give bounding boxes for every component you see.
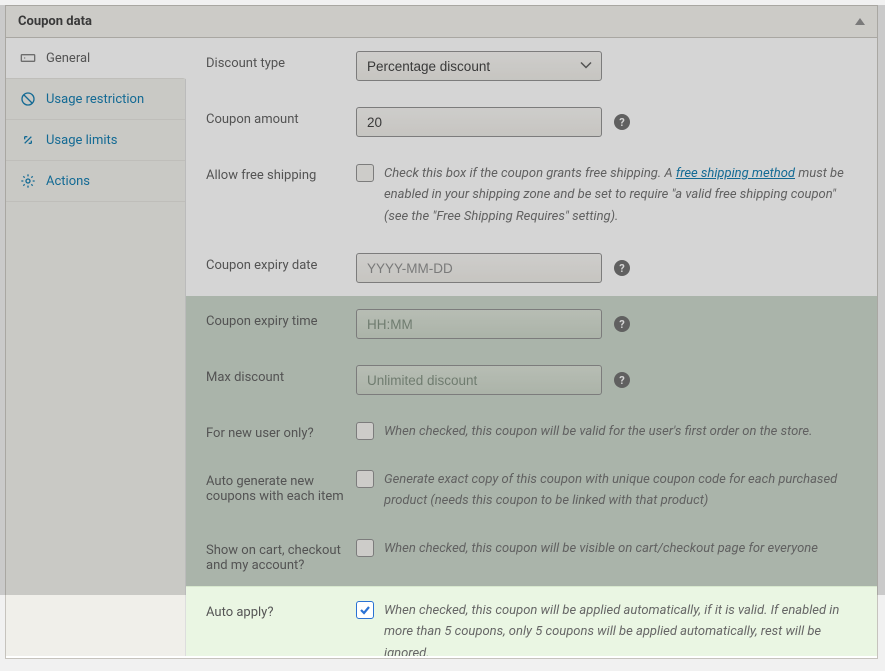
coupon-data-panel: Coupon data General Usage restriction xyxy=(5,5,878,659)
resize-icon xyxy=(20,132,36,148)
ticket-icon xyxy=(20,50,36,66)
row-auto-generate: Auto generate new coupons with each item… xyxy=(186,456,877,525)
help-icon[interactable]: ? xyxy=(614,372,630,388)
tab-label: General xyxy=(46,51,90,66)
row-max-discount: Max discount ? xyxy=(186,352,877,408)
free-shipping-desc: Check this box if the coupon grants free… xyxy=(384,163,857,227)
row-discount-type: Discount type Percentage discount xyxy=(186,38,877,94)
discount-type-select[interactable]: Percentage discount xyxy=(356,51,602,81)
label-auto-generate: Auto generate new coupons with each item xyxy=(206,469,356,504)
tab-label: Usage restriction xyxy=(46,92,144,107)
expiry-date-input[interactable] xyxy=(356,253,602,283)
label-expiry-time: Coupon expiry time xyxy=(206,309,356,329)
row-coupon-amount: Coupon amount ? xyxy=(186,94,877,150)
help-icon[interactable]: ? xyxy=(614,114,630,130)
label-show-on: Show on cart, checkout and my account? xyxy=(206,538,356,573)
max-discount-input[interactable] xyxy=(356,365,602,395)
show-on-checkbox[interactable] xyxy=(356,539,374,557)
tab-usage-limits[interactable]: Usage limits xyxy=(6,120,185,161)
row-auto-apply-highlight: Auto apply? When checked, this coupon wi… xyxy=(186,586,877,656)
show-on-desc: When checked, this coupon will be visibl… xyxy=(384,538,818,559)
label-free-shipping: Allow free shipping xyxy=(206,163,356,183)
auto-generate-desc: Generate exact copy of this coupon with … xyxy=(384,469,857,512)
expiry-time-input[interactable] xyxy=(356,309,602,339)
auto-apply-desc: When checked, this coupon will be applie… xyxy=(384,600,857,656)
tab-label: Actions xyxy=(46,174,90,189)
tab-usage-restriction[interactable]: Usage restriction xyxy=(6,79,185,120)
gear-icon xyxy=(20,173,36,189)
panel-title: Coupon data xyxy=(18,14,92,29)
label-coupon-amount: Coupon amount xyxy=(206,107,356,127)
help-icon[interactable]: ? xyxy=(614,260,630,276)
sidebar: General Usage restriction Usage limits A… xyxy=(6,38,186,656)
label-new-user: For new user only? xyxy=(206,421,356,441)
tab-general[interactable]: General xyxy=(6,38,186,79)
row-free-shipping: Allow free shipping Check this box if th… xyxy=(186,150,877,240)
ban-icon xyxy=(20,91,36,107)
coupon-amount-input[interactable] xyxy=(356,107,602,137)
panel-header[interactable]: Coupon data xyxy=(6,6,877,38)
free-shipping-checkbox[interactable] xyxy=(356,164,374,182)
label-max-discount: Max discount xyxy=(206,365,356,385)
label-auto-apply: Auto apply? xyxy=(206,600,356,620)
label-expiry-date: Coupon expiry date xyxy=(206,253,356,273)
tab-label: Usage limits xyxy=(46,133,117,148)
row-auto-apply: Auto apply? When checked, this coupon wi… xyxy=(186,587,877,656)
help-icon[interactable]: ? xyxy=(614,316,630,332)
label-discount-type: Discount type xyxy=(206,51,356,71)
row-show-on: Show on cart, checkout and my account? W… xyxy=(186,525,877,586)
row-expiry-date: Coupon expiry date ? xyxy=(186,240,877,296)
content-general: Discount type Percentage discount Coupon… xyxy=(186,38,877,656)
collapse-up-icon[interactable] xyxy=(855,18,865,25)
row-expiry-time: Coupon expiry time ? xyxy=(186,296,877,352)
new-user-desc: When checked, this coupon will be valid … xyxy=(384,421,812,442)
tab-actions[interactable]: Actions xyxy=(6,161,185,202)
new-user-checkbox[interactable] xyxy=(356,422,374,440)
free-shipping-link[interactable]: free shipping method xyxy=(676,166,795,181)
auto-generate-checkbox[interactable] xyxy=(356,470,374,488)
auto-apply-checkbox[interactable] xyxy=(356,601,374,619)
row-new-user: For new user only? When checked, this co… xyxy=(186,408,877,455)
